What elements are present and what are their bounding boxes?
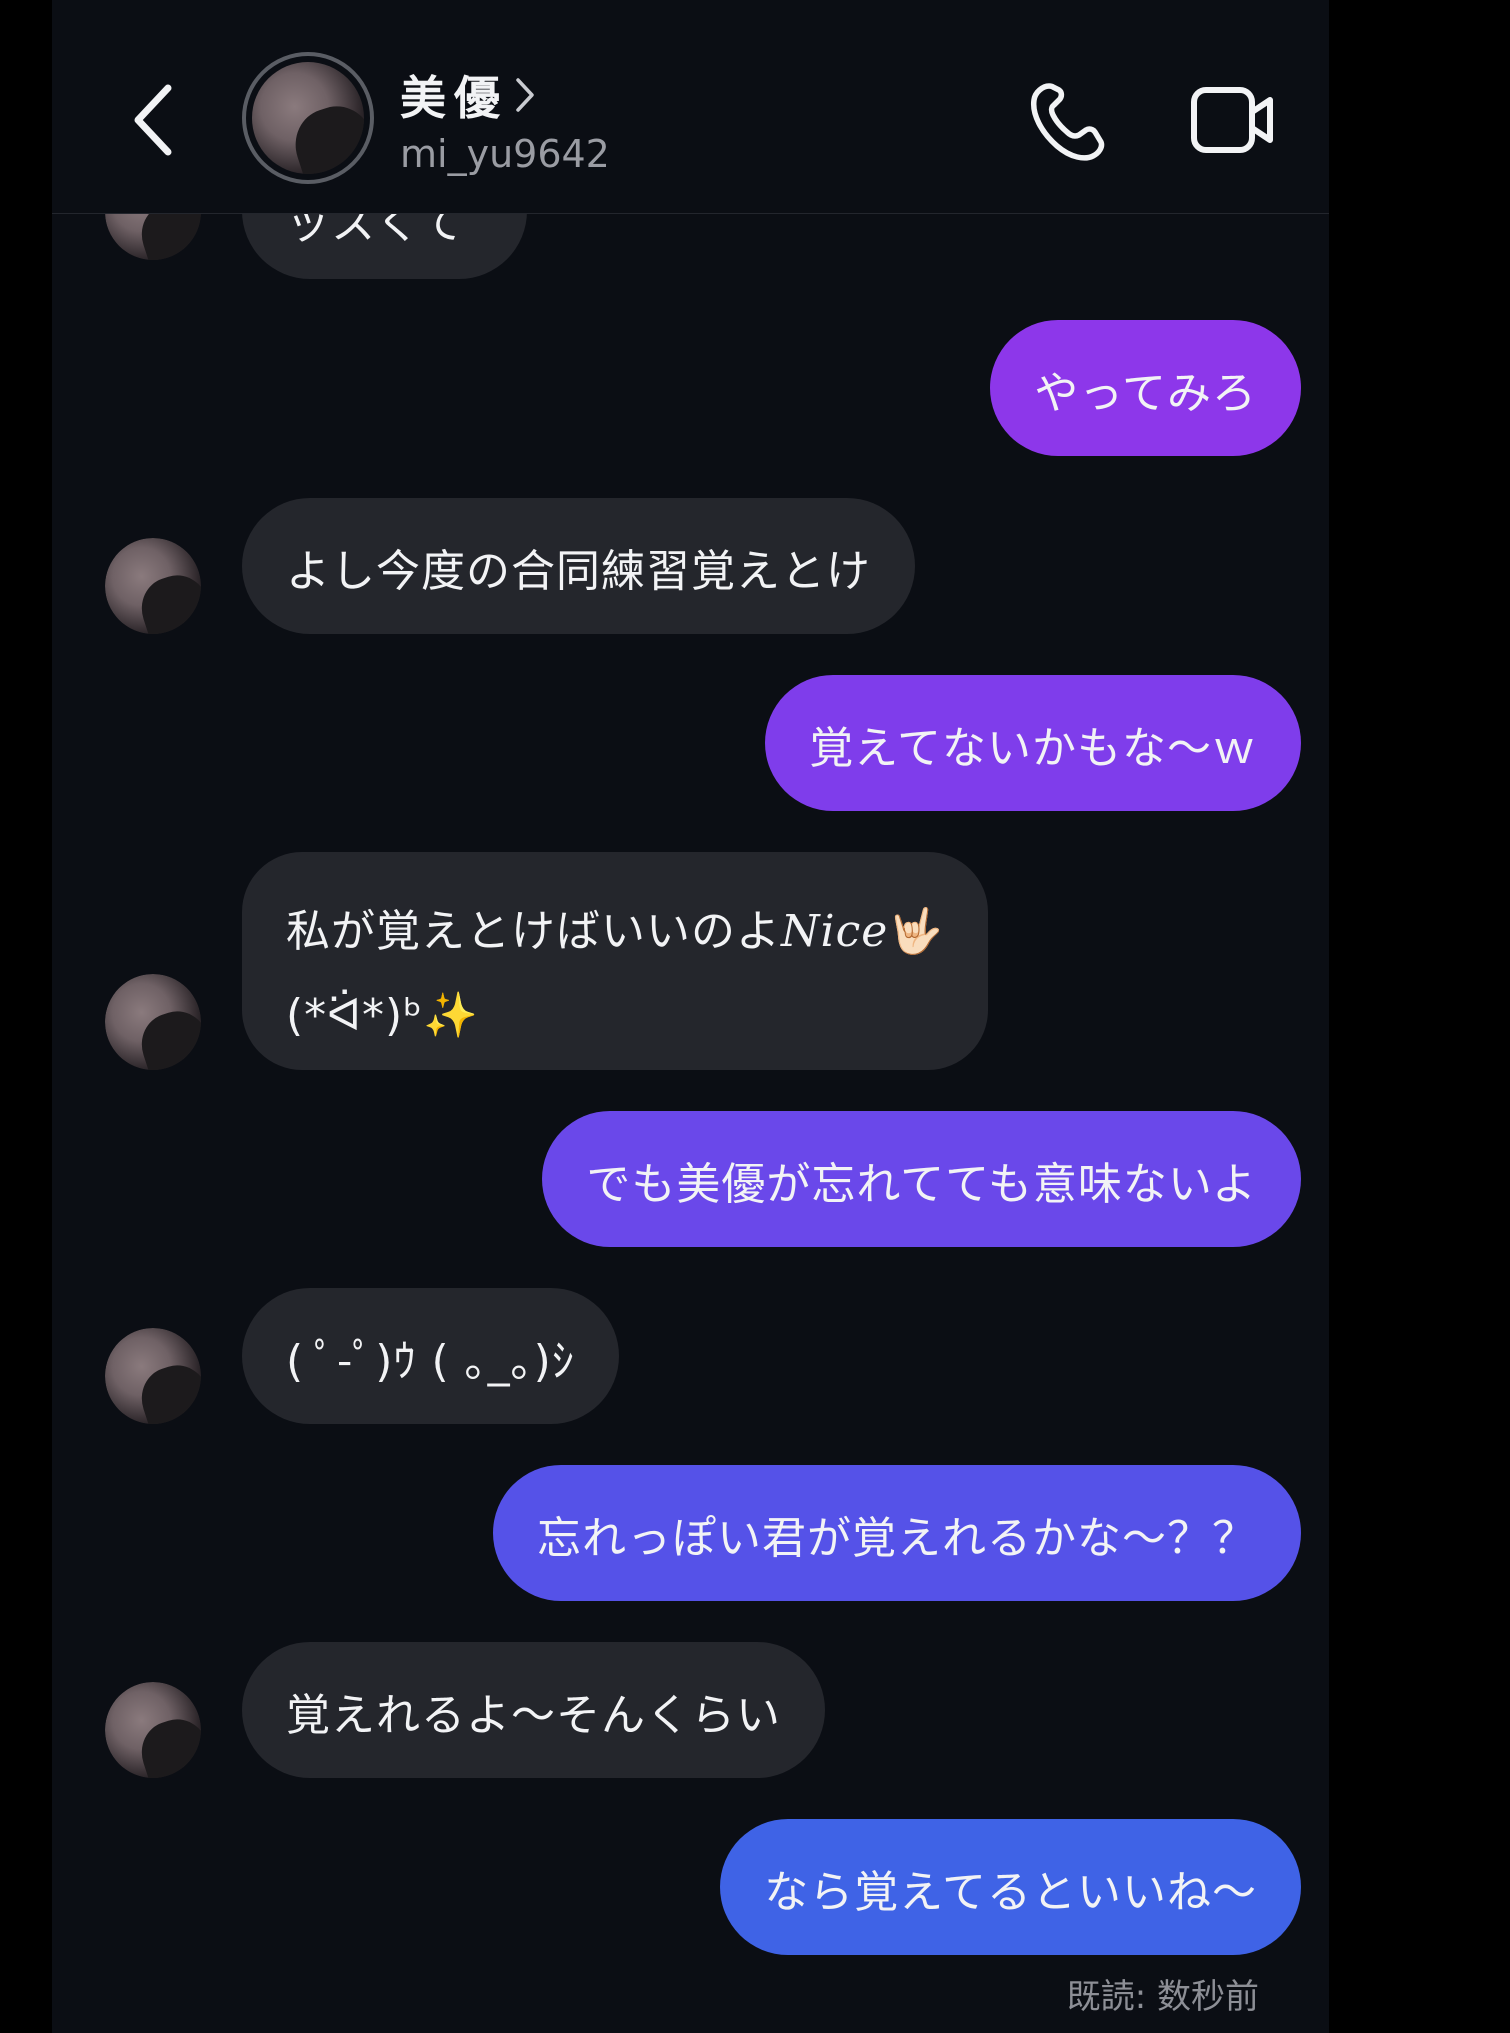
- chevron-left-icon: [134, 84, 172, 156]
- message-bubble-outgoing[interactable]: やってみろ: [990, 320, 1301, 456]
- chat-header: 美優 mi_yu9642: [52, 0, 1329, 214]
- avatar-image: [252, 62, 364, 174]
- message-bubble-incoming[interactable]: ( ﾟ-ﾟ)ｳ ( ｡_｡)ｼ: [242, 1288, 619, 1424]
- sender-avatar: [105, 974, 201, 1070]
- message-text: でも美優が忘れてても意味ないよ: [586, 1159, 1257, 1210]
- message-thread: ッスくて やってみろ よし今度の合同練習覚えとけ 覚えてないかもな〜ｗ 私が覚え…: [52, 134, 1329, 2033]
- back-button[interactable]: [130, 80, 176, 160]
- chat-screen: 美優 mi_yu9642 ッスくて やってみろ よし今度の合同練習覚えとけ 覚え…: [52, 0, 1329, 2033]
- message-bubble-incoming[interactable]: よし今度の合同練習覚えとけ: [242, 498, 915, 634]
- message-text: 忘れっぽい君が覚えれるかな〜？？: [537, 1513, 1257, 1564]
- message-text: 覚えてないかもな〜ｗ: [809, 723, 1257, 774]
- message-text: 覚えれるよ〜そんくらい: [286, 1690, 781, 1741]
- contact-name[interactable]: 美優: [400, 62, 536, 128]
- message-bubble-incoming[interactable]: 私が覚えとけばいいのよNice🤟🏻 (*ᐛ*)ᵇ✨: [242, 852, 989, 1070]
- read-receipt: 既読: 数秒前: [1066, 1977, 1259, 2017]
- avatar-image: [105, 1328, 201, 1424]
- chevron-right-icon: [516, 78, 534, 112]
- message-bubble-incoming[interactable]: 覚えれるよ〜そんくらい: [242, 1642, 825, 1778]
- message-text: よし今度の合同練習覚えとけ: [286, 546, 871, 597]
- message-text: 私が覚えとけばいいのよ: [286, 906, 781, 957]
- video-call-button[interactable]: [1190, 84, 1276, 156]
- message-bubble-outgoing[interactable]: なら覚えてるといいね〜: [720, 1819, 1301, 1955]
- message-text: やってみろ: [1034, 368, 1257, 419]
- message-line: (*ᐛ*)ᵇ✨: [286, 990, 479, 1041]
- message-text: なら覚えてるといいね〜: [764, 1867, 1257, 1918]
- phone-icon: [1031, 83, 1105, 161]
- contact-avatar[interactable]: [242, 52, 374, 184]
- message-italic-text: Nice: [781, 906, 889, 957]
- message-bubble-outgoing[interactable]: 忘れっぽい君が覚えれるかな〜？？: [493, 1465, 1301, 1601]
- sender-avatar: [105, 1328, 201, 1424]
- message-bubble-outgoing[interactable]: 覚えてないかもな〜ｗ: [765, 675, 1301, 811]
- message-text: ( ﾟ-ﾟ)ｳ ( ｡_｡)ｼ: [286, 1336, 575, 1387]
- voice-call-button[interactable]: [1027, 80, 1109, 162]
- contact-name-text: 美優: [400, 71, 508, 125]
- avatar-image: [105, 1682, 201, 1778]
- video-camera-icon: [1191, 87, 1273, 153]
- sender-avatar: [105, 1682, 201, 1778]
- sender-avatar: [105, 538, 201, 634]
- contact-handle: mi_yu9642: [400, 132, 610, 176]
- hand-sign-emoji: 🤟🏻: [888, 906, 945, 957]
- message-line: 私が覚えとけばいいのよNice🤟🏻: [286, 890, 944, 974]
- message-bubble-outgoing[interactable]: でも美優が忘れてても意味ないよ: [542, 1111, 1301, 1247]
- avatar-image: [105, 538, 201, 634]
- avatar-image: [105, 974, 201, 1070]
